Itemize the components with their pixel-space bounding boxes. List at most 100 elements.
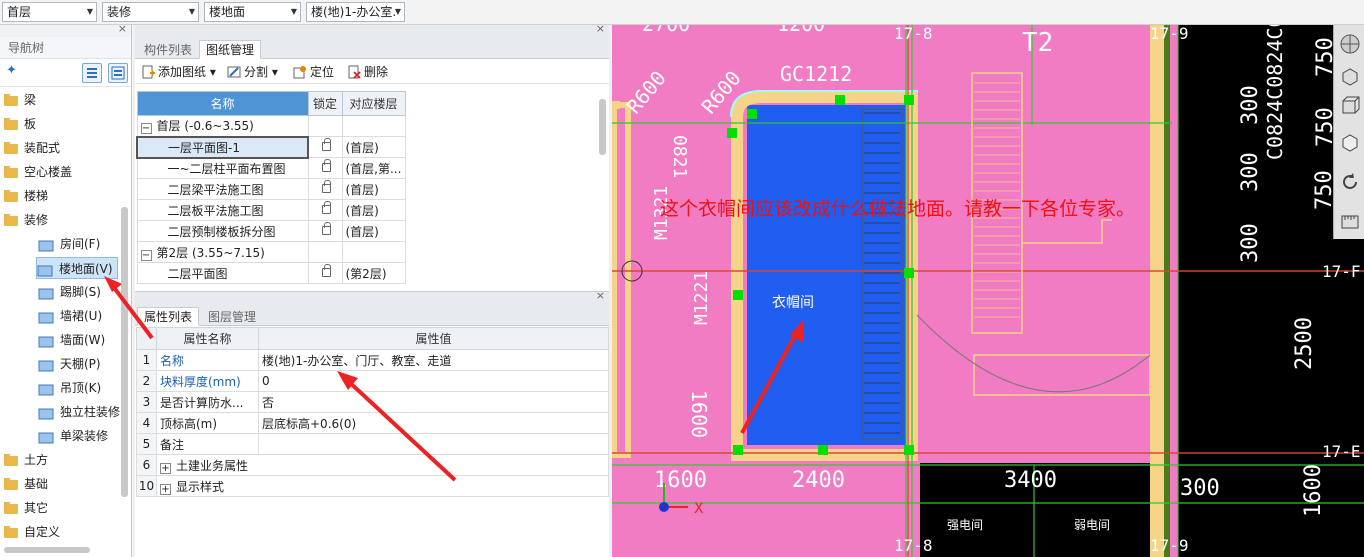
nav-child-item[interactable]: 单梁装修	[38, 425, 108, 447]
drawing-name-cell[interactable]: 一层平面图-1	[136, 135, 309, 159]
drawing-name-cell[interactable]: 二层板平法施工图	[136, 199, 309, 221]
rotate-icon[interactable]	[1339, 171, 1361, 193]
table-row[interactable]: 二层预制楼板拆分图 (首层)	[136, 220, 406, 242]
table-row[interactable]: 3 是否计算防水... 否	[136, 391, 609, 413]
table-row[interactable]: 一层平面图-1 (首层)	[136, 135, 406, 159]
drawing-name-cell[interactable]: 一~二层柱平面布置图	[136, 157, 309, 179]
lock-icon[interactable]	[321, 180, 331, 193]
nav-child-item[interactable]: 房间(F)	[38, 233, 100, 255]
nav-item-label: 其它	[24, 501, 49, 515]
lock-icon[interactable]	[321, 201, 331, 214]
expand-icon[interactable]: +	[160, 462, 171, 474]
box-view-icon[interactable]	[1339, 131, 1361, 153]
lock-cell[interactable]	[307, 262, 343, 284]
lock-icon[interactable]	[321, 264, 331, 277]
nav-folder-item[interactable]: 装配式	[4, 137, 60, 159]
add-drawing-button[interactable]: 添加图纸 ▾	[141, 63, 216, 81]
table-row[interactable]: − 第2层 (3.55~7.15)	[136, 241, 406, 263]
table-row[interactable]: 二层梁平法施工图 (首层)	[136, 178, 406, 200]
drawing-name-cell[interactable]: − 首层 (-0.6~3.55)	[136, 115, 309, 137]
table-row[interactable]: 一~二层柱平面布置图 (首层,第...	[136, 157, 406, 179]
table-row[interactable]: 二层平面图 (第2层)	[136, 262, 406, 284]
lock-cell[interactable]	[307, 220, 343, 242]
table-row[interactable]: 1 名称 楼(地)1-办公室、门厅、教室、走道	[136, 349, 609, 371]
chevron-down-icon: ▼	[86, 7, 93, 16]
nav-folder-item[interactable]: 梁	[4, 89, 36, 111]
expand-icon[interactable]: +	[160, 483, 171, 495]
close-icon[interactable]: ×	[596, 22, 605, 35]
list-view-icon[interactable]	[82, 63, 102, 83]
nav-vertical-scrollbar[interactable]	[121, 207, 128, 497]
cad-drawing-area[interactable]: 2700 1200 R600 R600 GC1212 T2 1600 2400 …	[612, 25, 1364, 557]
tab-property-list[interactable]: 属性列表	[137, 307, 200, 326]
table-row[interactable]: 2 块料厚度(mm) 0	[136, 370, 609, 392]
drawing-scrollbar[interactable]	[599, 99, 606, 155]
lock-cell[interactable]	[307, 178, 343, 200]
property-value-cell[interactable]: 0	[258, 370, 609, 392]
globe-icon[interactable]	[1339, 33, 1361, 55]
nav-horizontal-scrollbar[interactable]	[4, 547, 90, 553]
nav-child-item[interactable]: 天棚(P)	[38, 353, 101, 375]
collapse-icon[interactable]: −	[140, 249, 152, 261]
table-row[interactable]: 4 顶标高(m) 层底标高+0.6(0)	[136, 412, 609, 434]
collapse-icon[interactable]: −	[140, 123, 152, 135]
3d-view-icon[interactable]	[1339, 65, 1361, 87]
nav-folder-item[interactable]: 板	[4, 113, 36, 135]
nav-child-item[interactable]: 吊顶(K)	[38, 377, 101, 399]
locate-button[interactable]: 定位	[293, 63, 334, 81]
drawing-name-cell[interactable]: 二层梁平法施工图	[136, 178, 309, 200]
tab-layer-management[interactable]: 图层管理	[201, 307, 263, 326]
table-row[interactable]: 10 + 显示样式	[136, 475, 609, 497]
drawing-name-cell[interactable]: 二层平面图	[136, 262, 309, 284]
lock-icon[interactable]	[322, 138, 331, 151]
component-select[interactable]: 楼(地)1-办公室. ▼	[306, 2, 405, 22]
nav-child-item[interactable]: 楼地面(V)	[36, 257, 118, 279]
nav-folder-item[interactable]: 其它	[4, 497, 48, 519]
sparkle-icon[interactable]: ✦	[6, 63, 17, 78]
table-row[interactable]: 5 备注	[136, 433, 609, 455]
nav-child-item[interactable]: 墙裙(U)	[38, 305, 102, 327]
cad-dim-text: 300	[1238, 85, 1263, 125]
lock-cell[interactable]	[307, 199, 343, 221]
category-select[interactable]: 装修 ▼	[102, 2, 199, 22]
column-header-lock[interactable]: 锁定	[307, 91, 343, 116]
split-button[interactable]: 分割 ▾	[227, 63, 278, 81]
grid-view-icon[interactable]	[108, 63, 128, 83]
ruler-icon[interactable]	[1339, 211, 1361, 233]
lock-icon[interactable]	[321, 159, 331, 172]
lock-icon[interactable]	[321, 222, 331, 235]
lock-cell[interactable]	[307, 241, 343, 263]
lock-cell[interactable]	[307, 157, 343, 179]
nav-child-item[interactable]: 踢脚(S)	[38, 281, 101, 303]
drawing-name-cell[interactable]: 二层预制楼板拆分图	[136, 220, 309, 242]
property-value-cell[interactable]: 层底标高+0.6(0)	[258, 412, 609, 434]
nav-folder-item[interactable]: 自定义	[4, 521, 60, 543]
tab-drawing-management[interactable]: 图纸管理	[199, 40, 262, 59]
nav-child-item[interactable]: 独立柱装修	[38, 401, 120, 423]
lock-cell[interactable]	[307, 136, 343, 158]
nav-folder-item[interactable]: 土方	[4, 449, 48, 471]
drawing-name-cell[interactable]: − 第2层 (3.55~7.15)	[136, 241, 309, 263]
property-value-cell[interactable]	[258, 433, 609, 455]
close-icon[interactable]: ×	[596, 289, 605, 302]
close-icon[interactable]: ×	[118, 22, 127, 35]
nav-child-item[interactable]: 墙面(W)	[38, 329, 105, 351]
delete-button[interactable]: 删除	[347, 63, 388, 81]
drawing-name-label: 一层平面图-1	[168, 140, 240, 155]
nav-folder-item[interactable]: 楼梯	[4, 185, 48, 207]
component-type-select[interactable]: 楼地面 ▼	[204, 2, 301, 22]
property-value-cell[interactable]: 否	[258, 391, 609, 413]
nav-folder-item[interactable]: 装修	[4, 209, 48, 231]
nav-folder-item[interactable]: 基础	[4, 473, 48, 495]
column-header-name[interactable]: 名称	[136, 91, 309, 116]
table-row[interactable]: 6 + 土建业务属性	[136, 454, 609, 476]
property-value-cell[interactable]: 楼(地)1-办公室、门厅、教室、走道	[258, 349, 609, 371]
floor-select[interactable]: 首层 ▼	[2, 2, 97, 22]
lock-cell[interactable]	[307, 115, 343, 137]
nav-folder-item[interactable]: 空心楼盖	[4, 161, 72, 183]
cube-icon[interactable]	[1339, 95, 1361, 117]
table-row[interactable]: 二层板平法施工图 (首层)	[136, 199, 406, 221]
tab-component-list[interactable]: 构件列表	[137, 40, 199, 59]
column-header-floor[interactable]: 对应楼层	[341, 91, 406, 116]
table-row[interactable]: − 首层 (-0.6~3.55)	[136, 115, 406, 137]
